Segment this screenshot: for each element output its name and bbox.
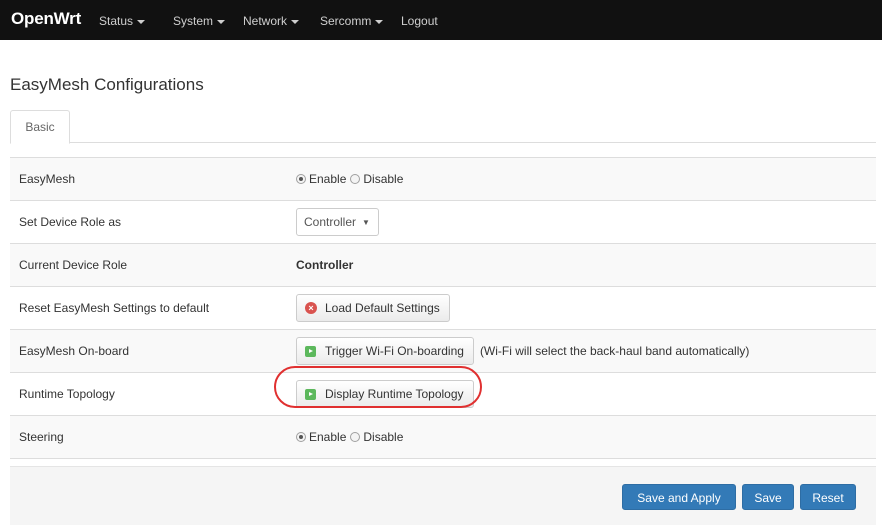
onboard-hint: (Wi-Fi will select the back-haul band au… [479, 344, 750, 358]
current-role-label: Current Device Role [19, 258, 128, 272]
nav-status-label: Status [99, 14, 134, 28]
row-current-role: Current Device Role Controller [10, 244, 876, 287]
runtime-topology-label: Runtime Topology [19, 387, 115, 401]
nav-system-label: System [173, 14, 214, 28]
nav-logout[interactable]: Logout [401, 14, 438, 28]
save-button[interactable]: Save [742, 484, 794, 510]
nav-sercomm[interactable]: Sercomm [320, 14, 384, 28]
save-and-apply-button[interactable]: Save and Apply [622, 484, 736, 510]
chevron-down-icon [375, 19, 384, 24]
page-title: EasyMesh Configurations [10, 75, 204, 94]
brand-logo[interactable]: OpenWrt [11, 9, 81, 29]
device-role-select[interactable]: Controller ▼ [296, 208, 379, 236]
row-onboard: EasyMesh On-board Trigger Wi-Fi On-board… [10, 330, 876, 373]
load-default-settings-label: Load Default Settings [325, 301, 440, 315]
row-easymesh: EasyMesh Enable Disable [10, 158, 876, 201]
row-device-role: Set Device Role as Controller ▼ [10, 201, 876, 244]
nav-system[interactable]: System [173, 14, 226, 28]
nav-status[interactable]: Status [99, 14, 146, 28]
top-navbar: OpenWrt Status System Network Sercomm Lo… [0, 0, 882, 40]
device-role-field: Controller ▼ [286, 201, 379, 243]
trigger-wifi-onboarding-label: Trigger Wi-Fi On-boarding [325, 344, 464, 358]
steering-enable-label[interactable]: Enable [309, 430, 346, 444]
onboard-label: EasyMesh On-board [19, 344, 130, 358]
device-role-label: Set Device Role as [19, 215, 122, 229]
onboard-field: Trigger Wi-Fi On-boarding (Wi-Fi will se… [286, 330, 749, 372]
chevron-down-icon [137, 19, 146, 24]
x-circle-icon: × [305, 302, 317, 314]
easymesh-label: EasyMesh [19, 172, 76, 186]
play-icon [305, 388, 316, 400]
settings-form: EasyMesh Enable Disable Set Device Role … [10, 157, 876, 459]
play-icon [305, 345, 316, 357]
current-role-value: Controller [296, 258, 354, 272]
trigger-wifi-onboarding-button[interactable]: Trigger Wi-Fi On-boarding [296, 337, 474, 365]
steering-label: Steering [19, 430, 64, 444]
runtime-topology-field: Display Runtime Topology [286, 373, 474, 415]
chevron-down-icon [291, 19, 300, 24]
steering-enable-radio[interactable] [296, 432, 306, 442]
row-steering: Steering Enable Disable [10, 416, 876, 459]
device-role-selected-value: Controller [304, 215, 357, 229]
tab-basic[interactable]: Basic [10, 110, 70, 144]
action-bar: Save and Apply Save Reset [10, 466, 876, 525]
steering-disable-label[interactable]: Disable [363, 430, 403, 444]
nav-sercomm-label: Sercomm [320, 14, 372, 28]
reset-settings-label: Reset EasyMesh Settings to default [19, 301, 210, 315]
steering-radio-group: Enable Disable [286, 416, 405, 458]
row-reset-settings: Reset EasyMesh Settings to default × Loa… [10, 287, 876, 330]
nav-network[interactable]: Network [243, 14, 300, 28]
chevron-down-icon: ▼ [362, 217, 370, 227]
reset-button[interactable]: Reset [800, 484, 856, 510]
chevron-down-icon [217, 19, 226, 24]
steering-disable-radio[interactable] [350, 432, 361, 442]
display-runtime-topology-label: Display Runtime Topology [325, 387, 464, 401]
easymesh-enable-radio[interactable] [296, 174, 306, 184]
display-runtime-topology-button[interactable]: Display Runtime Topology [296, 380, 474, 408]
easymesh-disable-radio[interactable] [350, 174, 361, 184]
row-runtime-topology: Runtime Topology Display Runtime Topolog… [10, 373, 876, 416]
easymesh-enable-label[interactable]: Enable [309, 172, 346, 186]
tabs-divider [10, 142, 876, 143]
easymesh-disable-label[interactable]: Disable [363, 172, 403, 186]
easymesh-radio-group: Enable Disable [286, 158, 405, 200]
current-role-field: Controller [286, 244, 353, 286]
load-default-settings-button[interactable]: × Load Default Settings [296, 294, 450, 322]
reset-settings-field: × Load Default Settings [286, 287, 450, 329]
nav-network-label: Network [243, 14, 288, 28]
